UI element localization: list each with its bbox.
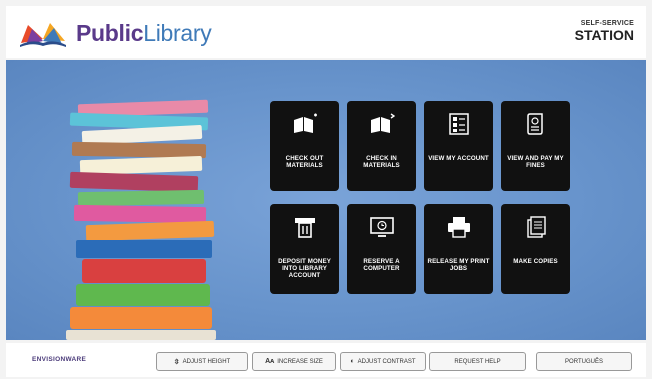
copier-icon — [501, 212, 570, 242]
tile-label: VIEW AND PAY MY FINES — [507, 155, 564, 169]
check-in-materials-button[interactable]: CHECK IN MATERIALS — [347, 101, 416, 191]
book-checkin-icon — [347, 109, 416, 139]
increase-size-button[interactable]: Aᴀ INCREASE SIZE — [252, 352, 336, 371]
tile-label: CHECK OUT MATERIALS — [285, 155, 324, 169]
tile-label: RESERVE A COMPUTER — [363, 258, 400, 272]
tile-label: DEPOSIT MONEY INTO LIBRARY ACCOUNT — [278, 258, 331, 279]
contrast-icon: ◐ — [350, 358, 355, 365]
button-label: REQUEST HELP — [454, 358, 501, 365]
action-tiles: CHECK OUT MATERIALS CHECK IN MATERIALS V… — [270, 101, 570, 296]
button-label: ADJUST CONTRAST — [357, 358, 416, 365]
main-panel: CHECK OUT MATERIALS CHECK IN MATERIALS V… — [6, 60, 646, 340]
tile-label: VIEW MY ACCOUNT — [428, 155, 489, 162]
tile-label: RELEASE MY PRINT JOBS — [427, 258, 490, 272]
book-checkout-icon — [270, 109, 339, 139]
account-list-icon — [424, 109, 493, 139]
station-label: SELF-SERVICE STATION — [575, 20, 634, 43]
header: PublicLibrary SELF-SERVICE STATION — [6, 6, 646, 58]
view-my-account-button[interactable]: VIEW MY ACCOUNT — [424, 101, 493, 191]
printer-icon — [424, 212, 493, 242]
make-copies-button[interactable]: MAKE COPIES — [501, 204, 570, 294]
button-label: ADJUST HEIGHT — [182, 358, 231, 365]
button-label: PORTUGUÊS — [565, 358, 603, 365]
text-size-icon: Aᴀ — [265, 358, 275, 365]
open-book-logo-icon — [20, 23, 66, 47]
footer-bar: ENVISIONWARE ⇳ ADJUST HEIGHT Aᴀ INCREASE S… — [6, 343, 646, 377]
receipt-icon — [501, 109, 570, 139]
request-help-button[interactable]: REQUEST HELP — [429, 352, 526, 371]
height-adjust-icon: ⇳ — [173, 358, 180, 366]
release-print-jobs-button[interactable]: RELEASE MY PRINT JOBS — [424, 204, 493, 294]
language-portugues-button[interactable]: PORTUGUÊS — [536, 352, 632, 371]
adjust-contrast-button[interactable]: ◐ ADJUST CONTRAST — [340, 352, 426, 371]
reserve-computer-button[interactable]: RESERVE A COMPUTER — [347, 204, 416, 294]
vendor-logo: ENVISIONWARE — [32, 356, 87, 363]
atm-icon — [270, 212, 339, 242]
button-label: INCREASE SIZE — [277, 358, 323, 365]
kiosk-screen: PublicLibrary SELF-SERVICE STATION CHECK… — [0, 0, 652, 379]
check-out-materials-button[interactable]: CHECK OUT MATERIALS — [270, 101, 339, 191]
view-and-pay-fines-button[interactable]: VIEW AND PAY MY FINES — [501, 101, 570, 191]
monitor-clock-icon — [347, 212, 416, 242]
tile-label: MAKE COPIES — [513, 258, 558, 265]
brand-title: PublicLibrary — [76, 20, 212, 46]
station-title: STATION — [574, 27, 634, 43]
book-stack-illustration — [66, 99, 216, 340]
deposit-money-button[interactable]: DEPOSIT MONEY INTO LIBRARY ACCOUNT — [270, 204, 339, 294]
tile-label: CHECK IN MATERIALS — [363, 155, 400, 169]
adjust-height-button[interactable]: ⇳ ADJUST HEIGHT — [156, 352, 248, 371]
